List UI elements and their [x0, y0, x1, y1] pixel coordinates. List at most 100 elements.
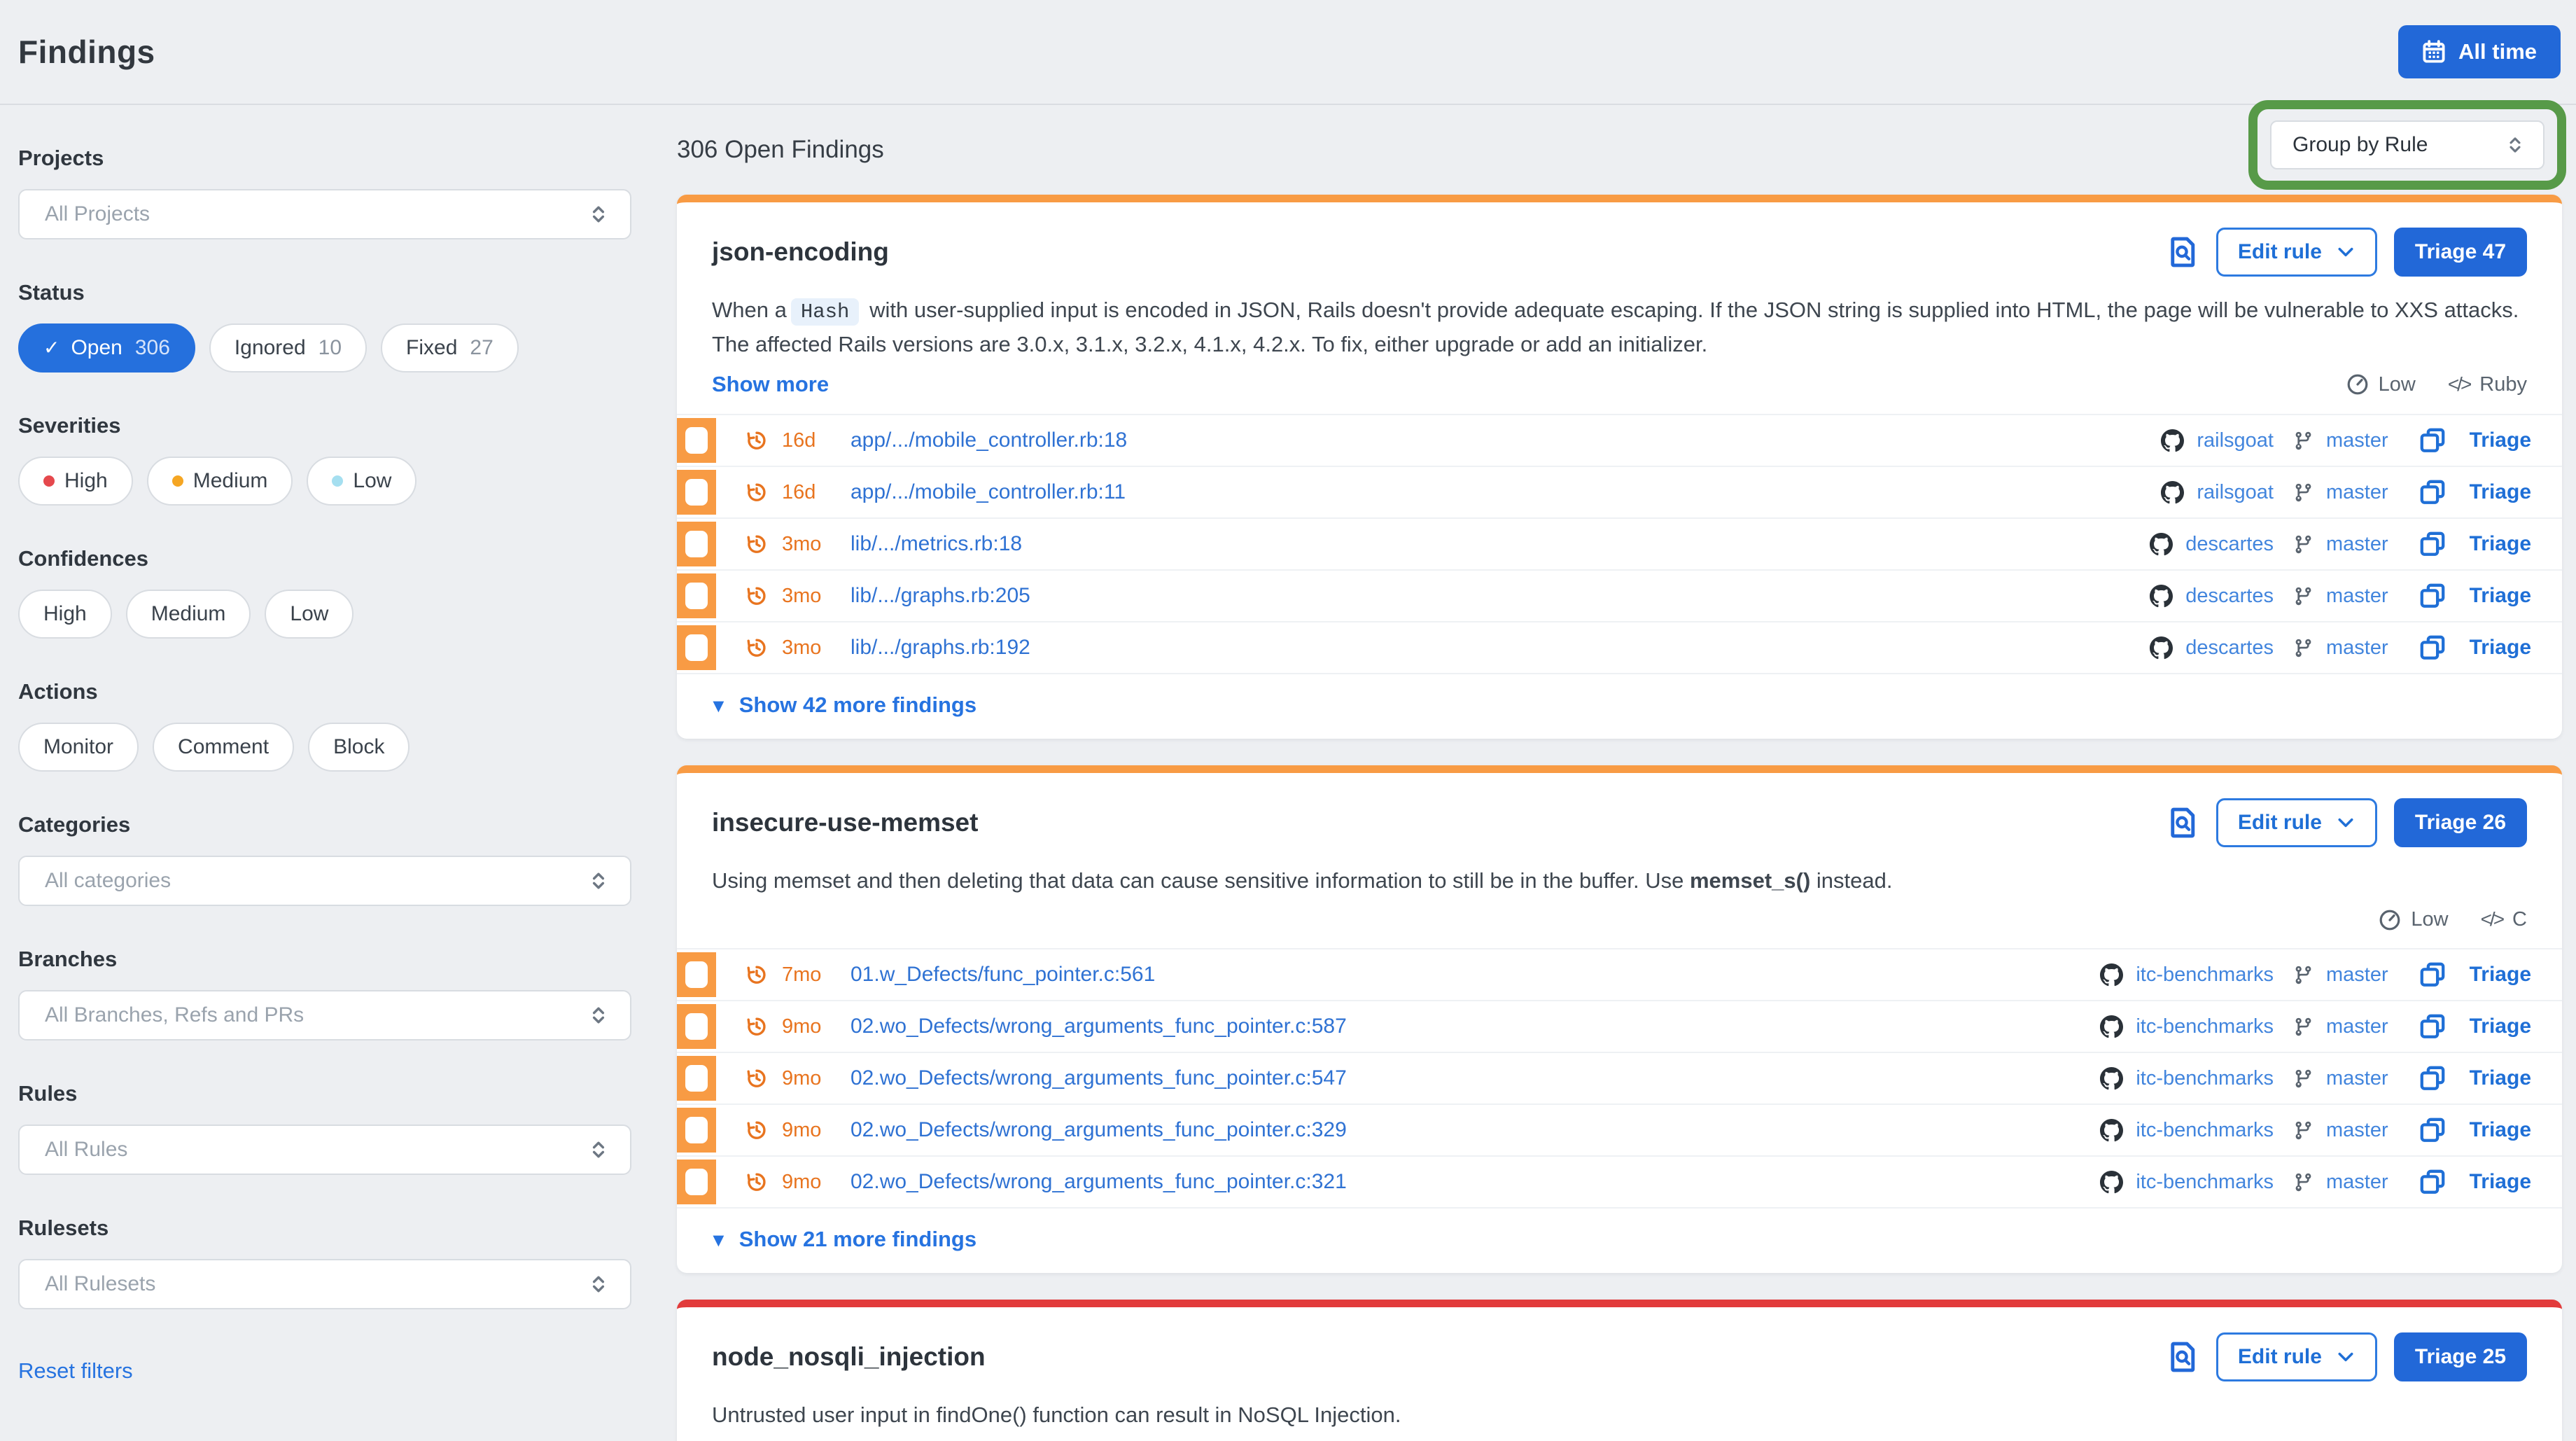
group-by-select[interactable]: Group by Rule: [2270, 120, 2544, 169]
git-branch-icon: [2293, 1120, 2314, 1141]
branch-link[interactable]: master: [2326, 429, 2388, 452]
medium-severity-dot: [172, 475, 183, 487]
row-checkbox[interactable]: [685, 634, 708, 661]
finding-row: 3mo lib/.../metrics.rb:18 descartes mast…: [677, 517, 2562, 569]
triage-link[interactable]: Triage: [2470, 963, 2531, 987]
projects-select[interactable]: All Projects: [18, 189, 631, 239]
edit-rule-button[interactable]: Edit rule: [2216, 228, 2377, 277]
rules-select[interactable]: All Rules: [18, 1125, 631, 1175]
repo-link[interactable]: descartes: [2185, 585, 2274, 608]
finding-path-link[interactable]: lib/.../graphs.rb:192: [850, 636, 1030, 660]
show-more-link[interactable]: Show more: [712, 372, 829, 397]
github-icon: [2100, 1171, 2123, 1194]
triage-link[interactable]: Triage: [2470, 1015, 2531, 1038]
triage-link[interactable]: Triage: [2470, 1066, 2531, 1090]
row-checkbox[interactable]: [685, 531, 708, 557]
finding-path-link[interactable]: 02.wo_Defects/wrong_arguments_func_point…: [850, 1170, 1347, 1194]
finding-path-link[interactable]: 02.wo_Defects/wrong_arguments_func_point…: [850, 1015, 1347, 1038]
status-pill-ignored[interactable]: Ignored 10: [209, 323, 367, 373]
triage-button[interactable]: Triage 25: [2394, 1332, 2527, 1381]
edit-rule-button[interactable]: Edit rule: [2216, 798, 2377, 847]
finding-path-link[interactable]: lib/.../graphs.rb:205: [850, 584, 1030, 608]
repo-link[interactable]: itc-benchmarks: [2136, 1171, 2274, 1194]
branch-link[interactable]: master: [2326, 1015, 2388, 1038]
branch-link[interactable]: master: [2326, 481, 2388, 504]
branch-link[interactable]: master: [2326, 1067, 2388, 1090]
row-checkbox[interactable]: [685, 1117, 708, 1143]
triage-button[interactable]: Triage 47: [2394, 228, 2527, 277]
open-windows-icon[interactable]: [2419, 1065, 2446, 1092]
show-more-findings-link[interactable]: Show 42 more findings: [677, 674, 2562, 739]
severity-pill-high[interactable]: High: [18, 457, 133, 506]
action-pill-monitor[interactable]: Monitor: [18, 723, 139, 772]
row-checkbox[interactable]: [685, 1169, 708, 1195]
triage-link[interactable]: Triage: [2470, 429, 2531, 452]
all-time-button[interactable]: All time: [2398, 25, 2561, 78]
edit-rule-button[interactable]: Edit rule: [2216, 1332, 2377, 1381]
triage-link[interactable]: Triage: [2470, 636, 2531, 660]
confidence-pill-medium[interactable]: Medium: [126, 590, 251, 639]
repo-link[interactable]: itc-benchmarks: [2136, 1015, 2274, 1038]
repo-link[interactable]: itc-benchmarks: [2136, 963, 2274, 987]
confidence-pill-high[interactable]: High: [18, 590, 112, 639]
finding-path-link[interactable]: 02.wo_Defects/wrong_arguments_func_point…: [850, 1118, 1347, 1142]
branch-link[interactable]: master: [2326, 533, 2388, 556]
file-search-icon[interactable]: [2167, 1341, 2199, 1373]
triage-link[interactable]: Triage: [2470, 584, 2531, 608]
triage-link[interactable]: Triage: [2470, 532, 2531, 556]
file-search-icon[interactable]: [2167, 236, 2199, 268]
row-checkbox[interactable]: [685, 583, 708, 609]
triage-link[interactable]: Triage: [2470, 1170, 2531, 1194]
row-checkbox[interactable]: [685, 427, 708, 454]
repo-link[interactable]: railsgoat: [2197, 429, 2274, 452]
finding-path-link[interactable]: lib/.../metrics.rb:18: [850, 532, 1022, 556]
open-windows-icon[interactable]: [2419, 1117, 2446, 1143]
repo-link[interactable]: railsgoat: [2197, 481, 2274, 504]
open-windows-icon[interactable]: [2419, 479, 2446, 506]
branch-link[interactable]: master: [2326, 1119, 2388, 1142]
row-checkbox[interactable]: [685, 1013, 708, 1040]
repo-link[interactable]: descartes: [2185, 636, 2274, 660]
open-windows-icon[interactable]: [2419, 583, 2446, 609]
finding-path-link[interactable]: 02.wo_Defects/wrong_arguments_func_point…: [850, 1066, 1347, 1090]
status-pill-fixed[interactable]: Fixed 27: [381, 323, 519, 373]
triage-button[interactable]: Triage 26: [2394, 798, 2527, 847]
repo-link[interactable]: itc-benchmarks: [2136, 1119, 2274, 1142]
reset-filters-link[interactable]: Reset filters: [18, 1358, 133, 1384]
status-pill-open[interactable]: Open 306: [18, 323, 195, 373]
severity-pill-medium[interactable]: Medium: [147, 457, 293, 506]
branch-link[interactable]: master: [2326, 585, 2388, 608]
git-branch-icon: [2293, 1068, 2314, 1089]
finding-path-link[interactable]: app/.../mobile_controller.rb:18: [850, 429, 1127, 452]
git-branch-icon: [2293, 586, 2314, 606]
repo-link[interactable]: descartes: [2185, 533, 2274, 556]
open-windows-icon[interactable]: [2419, 427, 2446, 454]
open-windows-icon[interactable]: [2419, 531, 2446, 557]
branch-link[interactable]: master: [2326, 636, 2388, 660]
severity-pill-low[interactable]: Low: [307, 457, 416, 506]
repo-link[interactable]: itc-benchmarks: [2136, 1067, 2274, 1090]
row-checkbox[interactable]: [685, 1065, 708, 1092]
show-more-findings-link[interactable]: Show 21 more findings: [677, 1209, 2562, 1273]
confidence-pill-low[interactable]: Low: [265, 590, 354, 639]
rulesets-select[interactable]: All Rulesets: [18, 1259, 631, 1309]
branch-link[interactable]: master: [2326, 1171, 2388, 1194]
branch-link[interactable]: master: [2326, 963, 2388, 987]
row-checkbox[interactable]: [685, 961, 708, 988]
open-windows-icon[interactable]: [2419, 1169, 2446, 1195]
categories-select[interactable]: All categories: [18, 856, 631, 906]
triage-link[interactable]: Triage: [2470, 1118, 2531, 1142]
file-search-icon[interactable]: [2167, 807, 2199, 839]
open-windows-icon[interactable]: [2419, 634, 2446, 661]
action-pill-block[interactable]: Block: [308, 723, 410, 772]
triage-link[interactable]: Triage: [2470, 480, 2531, 504]
row-checkbox[interactable]: [685, 479, 708, 506]
history-icon: [746, 533, 768, 555]
action-pill-comment[interactable]: Comment: [153, 723, 294, 772]
open-windows-icon[interactable]: [2419, 961, 2446, 988]
finding-path-link[interactable]: app/.../mobile_controller.rb:11: [850, 480, 1126, 504]
open-windows-icon[interactable]: [2419, 1013, 2446, 1040]
branches-select[interactable]: All Branches, Refs and PRs: [18, 990, 631, 1040]
finding-path-link[interactable]: 01.w_Defects/func_pointer.c:561: [850, 963, 1155, 987]
language-value: Ruby: [2479, 373, 2527, 396]
